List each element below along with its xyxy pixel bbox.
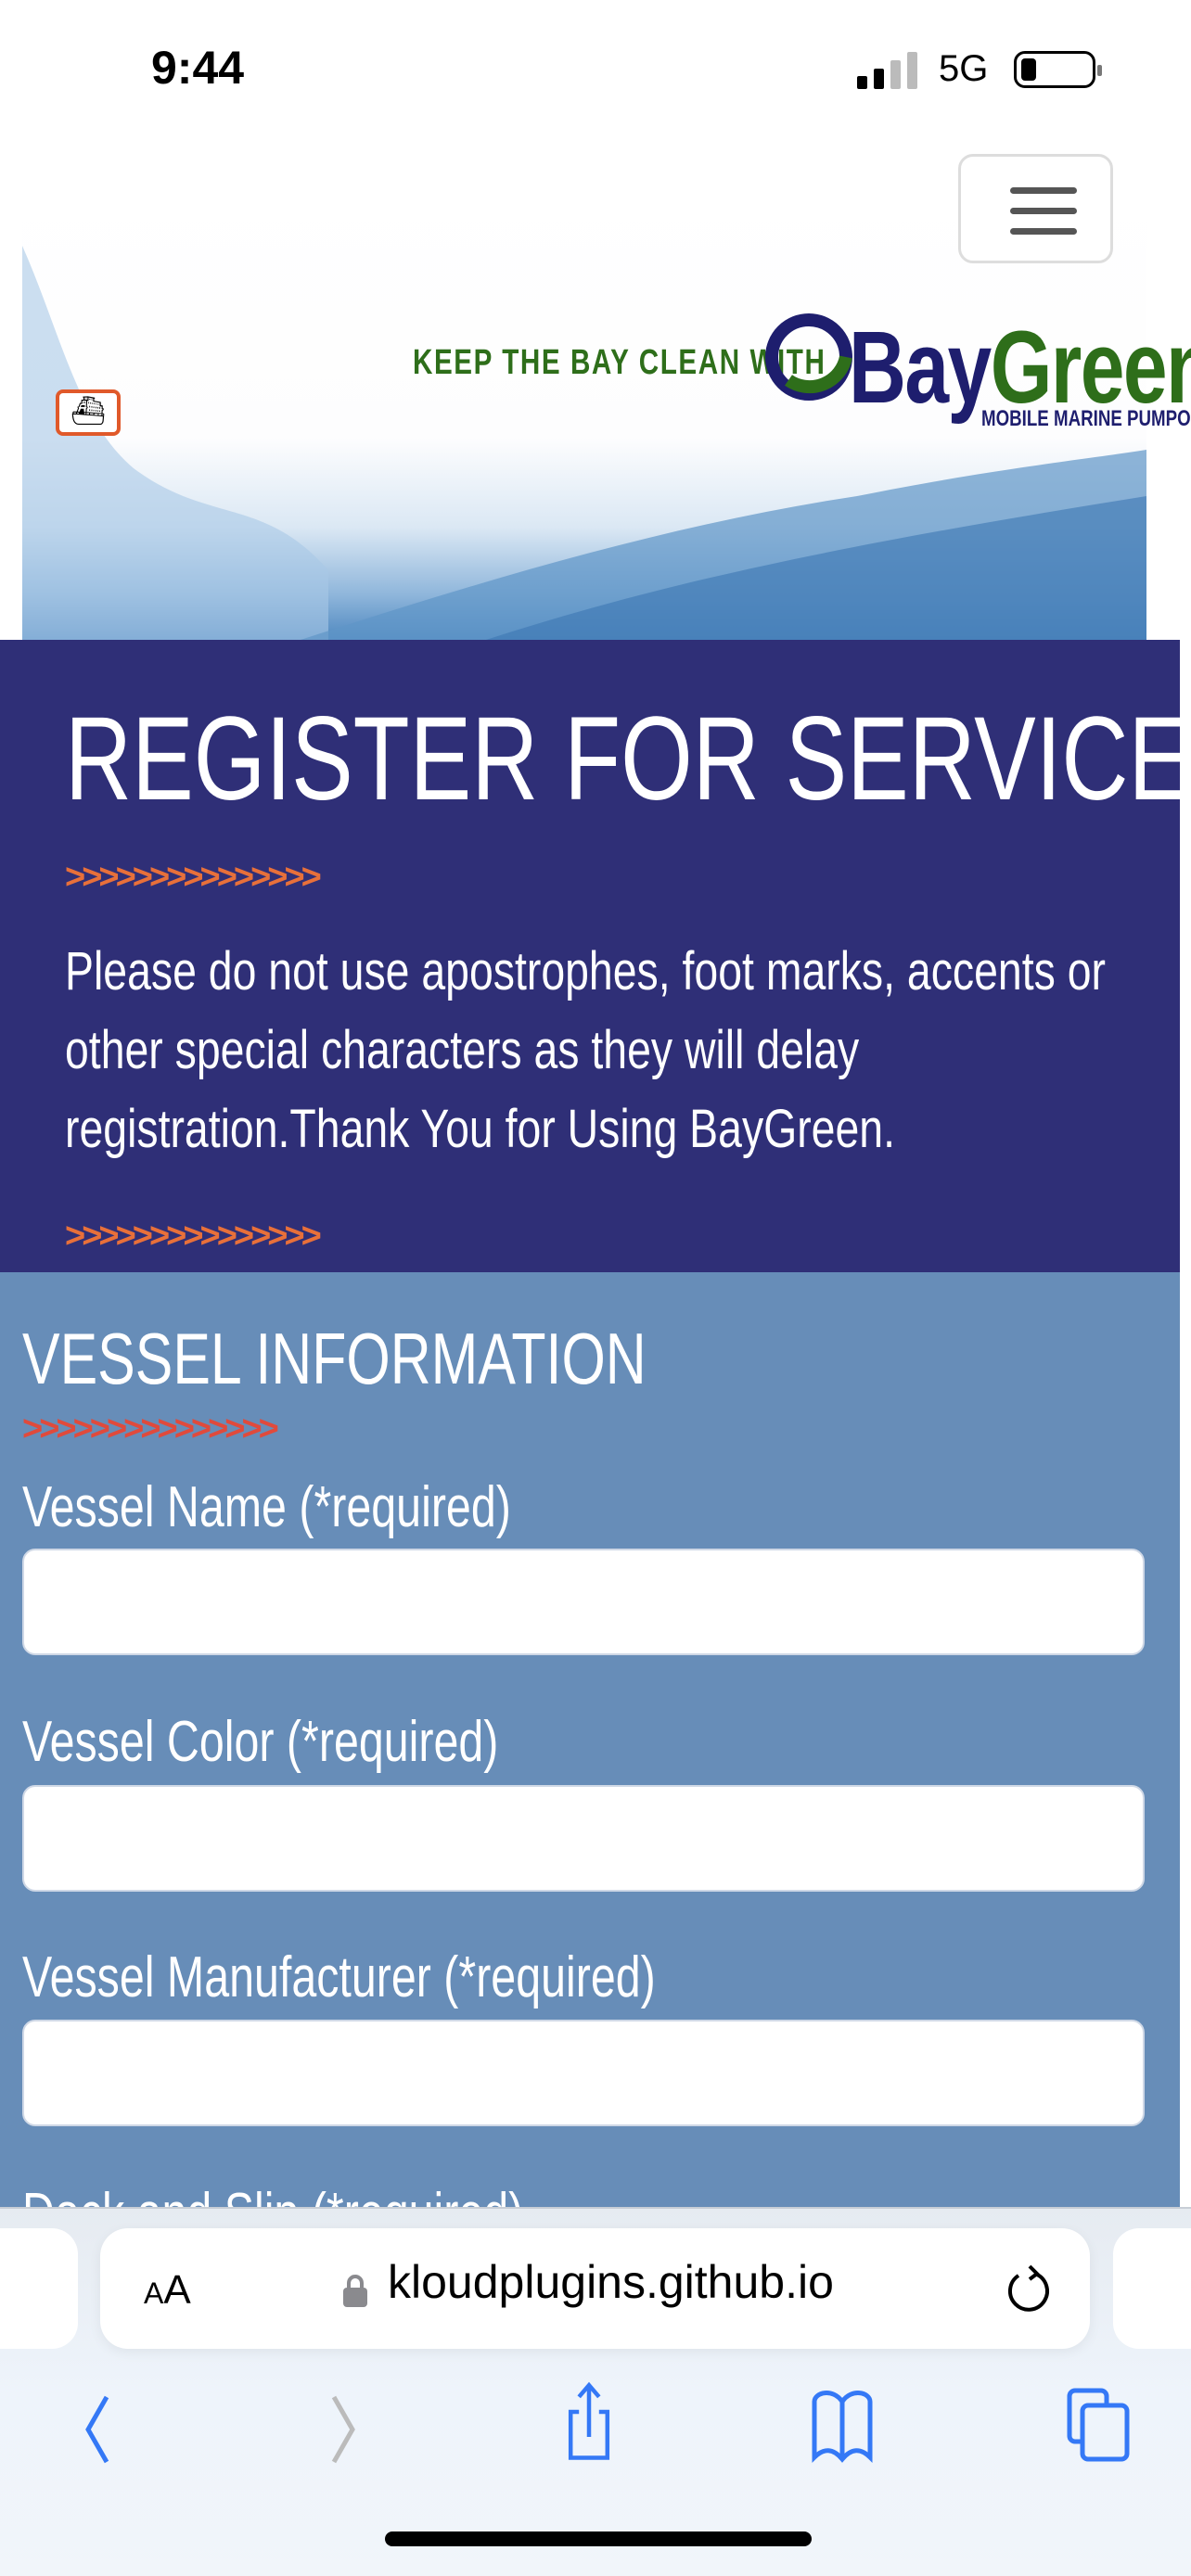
decorative-arrows: >>>>>>>>>>>>>>> <box>65 1217 322 1256</box>
bookmarks-icon[interactable] <box>805 2383 879 2467</box>
page-title: REGISTER FOR SERVICE <box>65 693 1191 825</box>
hamburger-icon <box>1010 187 1077 194</box>
forward-icon[interactable] <box>306 2383 380 2467</box>
home-indicator <box>385 2531 812 2546</box>
reload-icon[interactable] <box>1002 2263 1057 2318</box>
decorative-arrows: >>>>>>>>>>>>>>> <box>22 1409 279 1448</box>
vessel-manufacturer-label: Vessel Manufacturer (*required) <box>22 1945 656 2009</box>
vessel-name-label: Vessel Name (*required) <box>22 1475 511 1539</box>
menu-toggle-button[interactable] <box>958 154 1113 263</box>
notice-text: Please do not use apostrophes, foot mark… <box>65 941 1106 1159</box>
share-icon[interactable] <box>552 2378 626 2462</box>
reader-settings-button[interactable]: AA <box>144 2267 191 2314</box>
baygreen-logo-swirl-icon <box>765 313 852 401</box>
boat-pumpout-icon: ⛴ <box>56 389 121 436</box>
tabs-icon[interactable] <box>1062 2383 1136 2467</box>
vessel-name-input[interactable] <box>22 1549 1145 1655</box>
decorative-arrows: >>>>>>>>>>>>>>> <box>65 858 322 897</box>
next-tab-pill[interactable] <box>1113 2228 1191 2349</box>
vessel-color-label: Vessel Color (*required) <box>22 1710 499 1774</box>
battery-icon <box>1014 51 1102 88</box>
url-text[interactable]: kloudplugins.github.io <box>388 2255 834 2309</box>
brand-subtitle: MOBILE MARINE PUMPOUT <box>981 406 1191 431</box>
status-time: 9:44 <box>151 42 245 94</box>
lock-icon <box>343 2275 367 2307</box>
vessel-manufacturer-input[interactable] <box>22 2020 1145 2126</box>
network-type: 5G <box>939 48 989 89</box>
section-title: VESSEL INFORMATION <box>22 1318 647 1399</box>
back-icon[interactable] <box>60 2383 134 2467</box>
vessel-color-input[interactable] <box>22 1785 1145 1892</box>
signal-icon <box>857 52 917 89</box>
previous-tab-pill[interactable] <box>0 2228 78 2349</box>
